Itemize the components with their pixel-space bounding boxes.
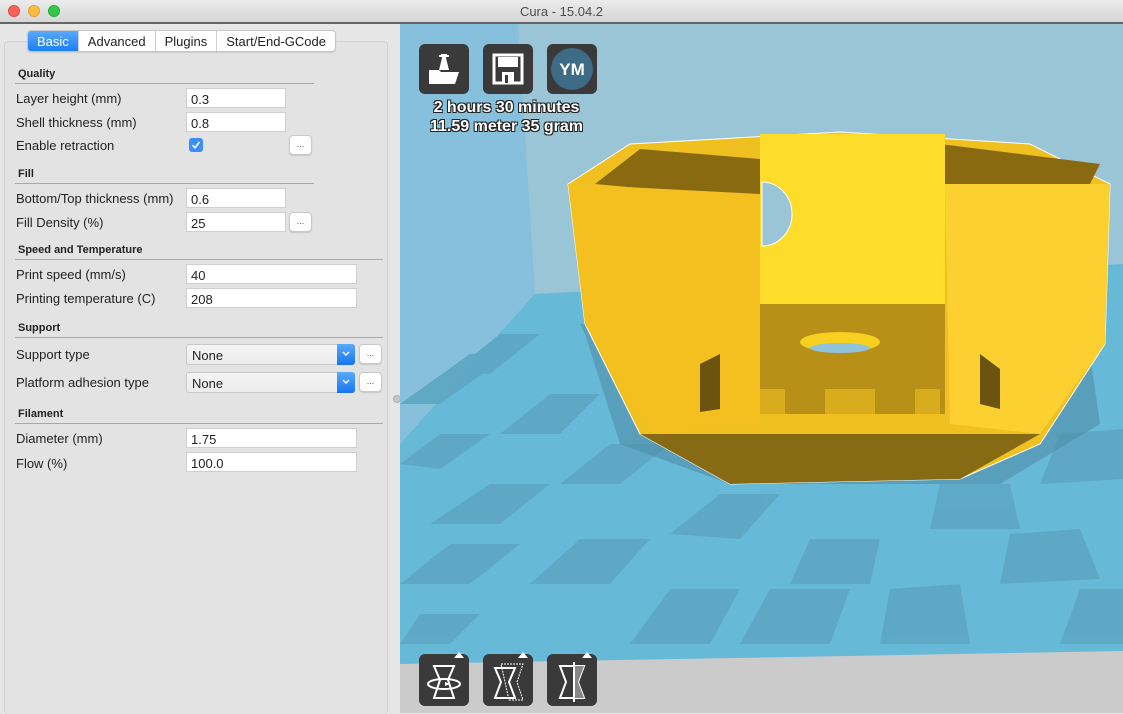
platform-adhesion-more-button[interactable]: ... xyxy=(359,372,382,392)
tab-plugins[interactable]: Plugins xyxy=(156,31,218,51)
expand-arrow-icon xyxy=(582,652,592,658)
section-divider xyxy=(15,183,314,184)
bottom-top-thickness-label: Bottom/Top thickness (mm) xyxy=(16,191,174,206)
diameter-label: Diameter (mm) xyxy=(16,431,103,446)
support-type-label: Support type xyxy=(16,347,90,362)
fill-density-input[interactable] xyxy=(186,212,286,232)
printing-temperature-label: Printing temperature (C) xyxy=(16,291,156,306)
chevron-down-icon xyxy=(337,344,355,365)
youmagine-button[interactable]: YM xyxy=(547,44,597,94)
tab-advanced[interactable]: Advanced xyxy=(79,31,156,51)
expand-arrow-icon xyxy=(518,652,528,658)
settings-panel: Basic Advanced Plugins Start/End-GCode Q… xyxy=(0,24,401,714)
layer-height-label: Layer height (mm) xyxy=(16,91,122,106)
checkmark-icon xyxy=(191,141,201,150)
3d-viewport[interactable]: YM 2 hours 30 minutes 11.59 meter 35 gra… xyxy=(400,24,1123,713)
flow-label: Flow (%) xyxy=(16,456,68,471)
mirror-icon xyxy=(558,662,586,702)
support-type-select[interactable]: None xyxy=(186,344,355,365)
tab-basic[interactable]: Basic xyxy=(28,31,79,51)
section-title-quality: Quality xyxy=(18,68,56,80)
section-title-filament: Filament xyxy=(18,408,64,420)
window-title: Cura - 15.04.2 xyxy=(519,4,604,19)
shell-thickness-input[interactable] xyxy=(186,112,286,132)
enable-retraction-checkbox[interactable] xyxy=(189,138,203,152)
rotate-icon xyxy=(427,665,461,699)
flow-input[interactable] xyxy=(186,452,357,472)
platform-adhesion-label: Platform adhesion type xyxy=(16,375,149,390)
fill-density-label: Fill Density (%) xyxy=(16,215,104,230)
3d-model xyxy=(567,131,1111,485)
shell-thickness-label: Shell thickness (mm) xyxy=(16,115,137,130)
support-type-value: None xyxy=(192,348,224,363)
section-divider xyxy=(15,423,383,424)
scale-tool-button[interactable] xyxy=(483,652,533,706)
youmagine-icon: YM xyxy=(551,48,593,90)
enable-retraction-label: Enable retraction xyxy=(16,138,115,153)
print-info: 2 hours 30 minutes 11.59 meter 35 gram xyxy=(414,98,599,136)
section-title-support: Support xyxy=(18,322,61,334)
settings-tabs: Basic Advanced Plugins Start/End-GCode xyxy=(27,30,336,52)
print-time-text: 2 hours 30 minutes xyxy=(433,99,580,116)
section-title-speed: Speed and Temperature xyxy=(18,244,143,256)
rotate-tool-button[interactable] xyxy=(419,652,469,706)
scale-icon xyxy=(493,663,524,701)
diameter-input[interactable] xyxy=(186,428,357,448)
save-icon xyxy=(492,53,524,85)
svg-text:YM: YM xyxy=(559,60,585,79)
load-model-icon xyxy=(429,54,459,84)
section-title-fill: Fill xyxy=(18,168,34,180)
printing-temperature-input[interactable] xyxy=(186,288,357,308)
section-divider xyxy=(15,259,383,260)
mirror-tool-button[interactable] xyxy=(547,652,597,706)
print-speed-input[interactable] xyxy=(186,264,357,284)
retraction-more-button[interactable]: ... xyxy=(289,135,312,155)
platform-adhesion-select[interactable]: None xyxy=(186,372,355,393)
tab-start-end-gcode[interactable]: Start/End-GCode xyxy=(217,31,335,51)
expand-arrow-icon xyxy=(454,652,464,658)
chevron-down-icon xyxy=(337,372,355,393)
layer-height-input[interactable] xyxy=(186,88,286,108)
bottom-top-thickness-input[interactable] xyxy=(186,188,286,208)
platform-adhesion-value: None xyxy=(192,376,224,391)
section-divider xyxy=(15,83,314,84)
print-material-text: 11.59 meter 35 gram xyxy=(430,118,583,135)
title-bar: Cura - 15.04.2 xyxy=(0,0,1123,23)
support-type-more-button[interactable]: ... xyxy=(359,344,382,364)
print-speed-label: Print speed (mm/s) xyxy=(16,267,126,282)
fill-density-more-button[interactable]: ... xyxy=(289,212,312,232)
save-button[interactable] xyxy=(483,44,533,94)
load-model-button[interactable] xyxy=(419,44,469,94)
section-divider xyxy=(15,337,383,338)
